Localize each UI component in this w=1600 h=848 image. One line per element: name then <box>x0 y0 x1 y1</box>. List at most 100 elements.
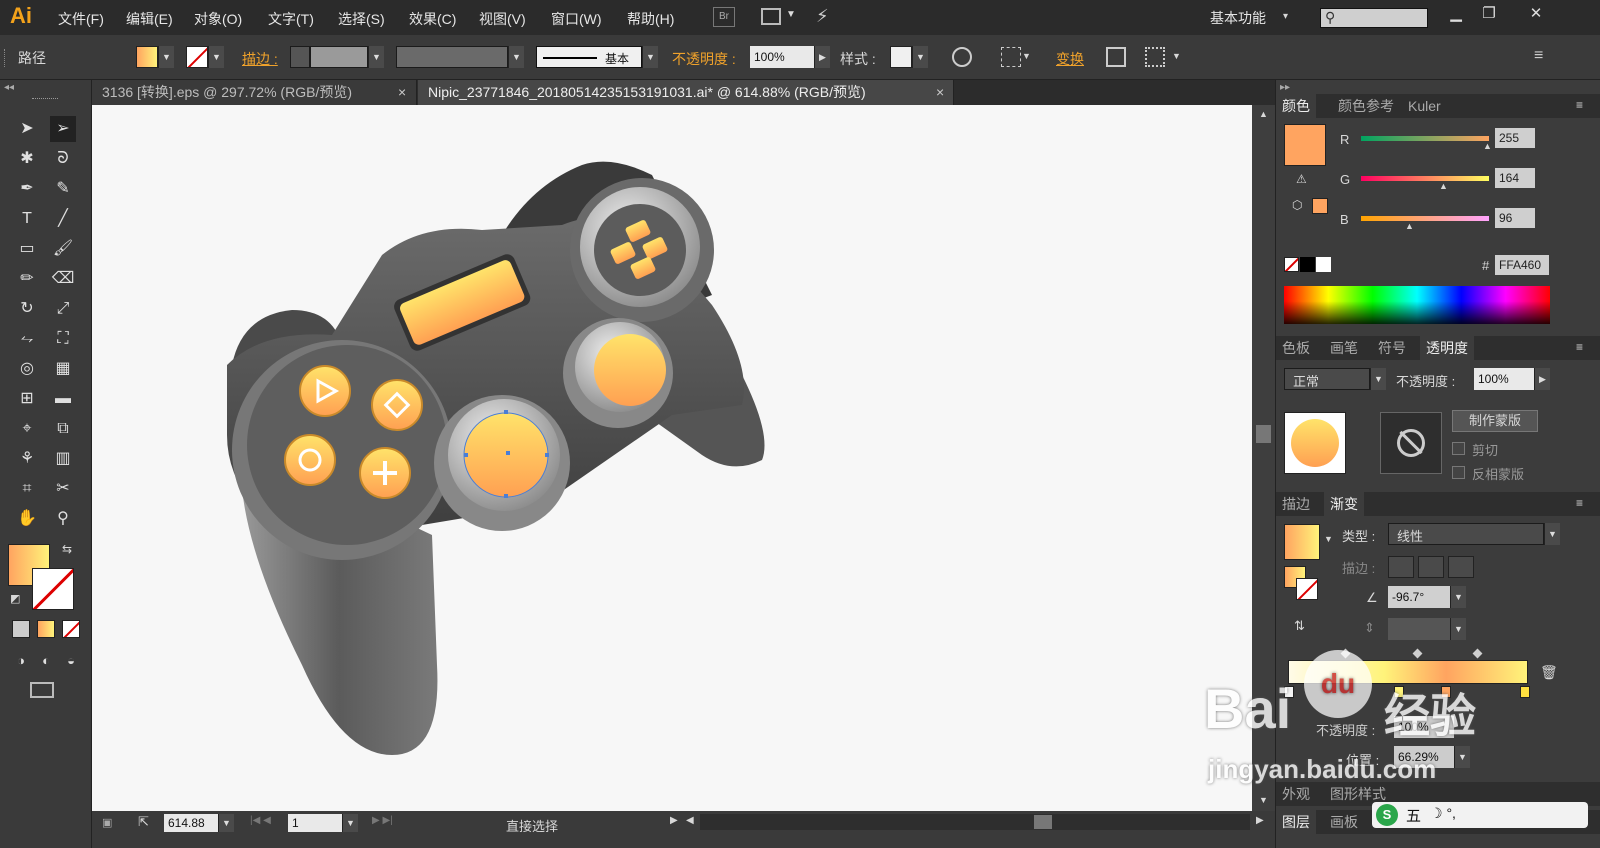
collapse-toolbox-icon[interactable]: ◂◂ <box>4 82 14 93</box>
rotate-tool-icon[interactable]: ↻ <box>14 296 40 322</box>
scroll-up-icon[interactable]: ▲ <box>1259 109 1268 119</box>
stroke-across-icon[interactable] <box>1448 556 1474 578</box>
scroll-left-icon[interactable]: ◀ <box>686 815 694 826</box>
opacity-label[interactable]: 不透明度 : <box>672 49 736 69</box>
transparency-opacity-input[interactable]: 100% <box>1474 368 1534 390</box>
bridge-button[interactable]: Br <box>713 7 735 27</box>
menu-effect[interactable]: 效果(C) <box>409 9 456 29</box>
brush-dropdown[interactable]: ▼ <box>642 46 658 68</box>
delete-stop-icon[interactable]: 🗑 <box>1540 664 1558 681</box>
lasso-tool-icon[interactable]: ᘐ <box>50 146 76 172</box>
align-icon[interactable] <box>1001 47 1021 67</box>
gradient-preview[interactable] <box>1284 524 1320 560</box>
gradient-type-dropdown[interactable]: ▼ <box>1544 523 1560 545</box>
fill-dropdown[interactable]: ▼ <box>158 46 174 68</box>
menu-help[interactable]: 帮助(H) <box>627 9 674 29</box>
reverse-gradient-icon[interactable]: ⇅ <box>1294 618 1305 634</box>
horizontal-scrollbar[interactable] <box>700 814 1250 830</box>
stroke-color-box[interactable] <box>32 568 74 610</box>
draw-normal-icon[interactable]: ◑ <box>8 648 34 674</box>
close-icon[interactable]: ✕ <box>1525 4 1547 24</box>
tab-color-guide[interactable]: 颜色参考 <box>1332 94 1400 118</box>
r-slider-thumb[interactable]: ▲ <box>1483 141 1492 151</box>
stroke-swatch[interactable] <box>186 46 208 68</box>
mask-thumbnail[interactable] <box>1380 412 1442 474</box>
free-transform-tool-icon[interactable]: ⛶ <box>50 326 76 352</box>
width-tool-icon[interactable]: ⥊ <box>14 326 40 352</box>
scroll-down-icon[interactable]: ▼ <box>1259 795 1268 805</box>
menu-type[interactable]: 文字(T) <box>268 9 314 29</box>
stroke-weight-field[interactable] <box>310 46 368 68</box>
selection-tool-icon[interactable]: ➤ <box>14 116 40 142</box>
pen-tool-icon[interactable]: ✒ <box>14 176 40 202</box>
black-swatch[interactable] <box>1300 257 1315 272</box>
rectangle-tool-icon[interactable]: ▭ <box>14 236 40 262</box>
menu-edit[interactable]: 编辑(E) <box>126 9 173 29</box>
swap-colors-icon[interactable]: ⇆ <box>62 542 72 556</box>
status-menu-arrow[interactable]: ▶ <box>670 815 678 826</box>
menu-file[interactable]: 文件(F) <box>58 9 104 29</box>
gradient-tool-icon[interactable]: ▬ <box>50 386 76 412</box>
angle-dropdown[interactable]: ▼ <box>1450 586 1466 608</box>
paintbrush-tool-icon[interactable]: 🖌 <box>50 236 76 262</box>
blend-tool-icon[interactable]: ⧉ <box>50 416 76 442</box>
tab-doc-1[interactable]: 3136 [转换].eps @ 297.72% (RGB/预览) × <box>92 80 417 105</box>
sync-icon[interactable]: ⚡ <box>816 6 829 27</box>
recolor-icon[interactable] <box>952 47 972 67</box>
scroll-thumb[interactable] <box>1256 425 1271 443</box>
shape-builder-tool-icon[interactable]: ◎ <box>14 356 40 382</box>
aspect-ratio-input[interactable] <box>1388 618 1450 640</box>
stroke-link[interactable]: 描边 : <box>242 49 278 69</box>
search-input[interactable]: ⚲ <box>1320 8 1428 28</box>
scroll-right-icon[interactable]: ▶ <box>1256 815 1264 826</box>
last-artboard-icon[interactable]: ▶ ▶| <box>372 815 393 826</box>
scale-tool-icon[interactable]: ⤢ <box>50 296 76 322</box>
tab-gradient[interactable]: 渐变 <box>1324 492 1364 516</box>
stroke-dropdown[interactable]: ▼ <box>208 46 224 68</box>
tab-layers[interactable]: 图层 <box>1276 810 1316 834</box>
gradient-type-select[interactable]: 线性 <box>1388 523 1544 545</box>
color-panel-menu-icon[interactable]: ≡ <box>1576 98 1583 112</box>
zoom-dropdown[interactable]: ▼ <box>218 814 234 832</box>
screen-mode-icon[interactable] <box>30 682 54 698</box>
artboard-canvas[interactable] <box>92 105 1252 811</box>
zoom-tool-icon[interactable]: ⚲ <box>50 506 76 532</box>
panel-menu-icon[interactable]: ≡ <box>1534 47 1543 65</box>
none-swatch[interactable] <box>1284 257 1299 272</box>
tab-swatches[interactable]: 色板 <box>1276 336 1316 360</box>
menu-window[interactable]: 窗口(W) <box>551 9 602 29</box>
midpoint-diamond[interactable] <box>1472 648 1483 659</box>
r-value[interactable]: 255 <box>1495 128 1535 148</box>
tab-transparency[interactable]: 透明度 <box>1420 336 1474 360</box>
workspace-switcher[interactable]: 基本功能 <box>1210 8 1266 28</box>
g-slider[interactable] <box>1361 176 1489 181</box>
stroke-weight-dropdown[interactable]: ▼ <box>368 46 384 68</box>
angle-input[interactable]: -96.7° <box>1388 586 1450 608</box>
slice-tool-icon[interactable]: ✂ <box>50 476 76 502</box>
object-thumbnail[interactable] <box>1284 412 1346 474</box>
tab-doc-2[interactable]: Nipic_23771846_20180514235153191031.ai* … <box>418 80 954 105</box>
artboard-number-field[interactable]: 1 <box>288 814 342 832</box>
symbol-sprayer-tool-icon[interactable]: ⚘ <box>14 446 40 472</box>
type-tool-icon[interactable]: T <box>14 206 40 232</box>
color-mode-icon[interactable] <box>12 620 30 638</box>
arrange-documents-icon[interactable] <box>761 8 781 25</box>
first-artboard-icon[interactable]: |◀ ◀ <box>250 815 271 826</box>
close-tab-icon[interactable]: × <box>398 80 406 105</box>
graphic-style-swatch[interactable] <box>890 46 912 68</box>
perspective-grid-tool-icon[interactable]: ▦ <box>50 356 76 382</box>
ime-toolbar[interactable]: S 五 ☽ °, <box>1372 802 1588 828</box>
eraser-tool-icon[interactable]: ⌫ <box>50 266 76 292</box>
out-of-gamut-icon[interactable]: ⚠ <box>1296 172 1307 186</box>
web-safe-icon[interactable]: ⬡ <box>1292 198 1302 212</box>
midpoint-diamond[interactable] <box>1412 648 1423 659</box>
mesh-tool-icon[interactable]: ⊞ <box>14 386 40 412</box>
maximize-icon[interactable]: ❐ <box>1478 4 1500 24</box>
tab-artboards[interactable]: 画板 <box>1324 810 1364 834</box>
stroke-gradient-icon[interactable] <box>1296 578 1318 600</box>
pencil-tool-icon[interactable]: ✏ <box>14 266 40 292</box>
none-mode-icon[interactable] <box>62 620 80 638</box>
blend-mode-dropdown[interactable]: ▼ <box>1370 368 1386 390</box>
profile-dropdown[interactable]: ▼ <box>508 46 524 68</box>
menu-select[interactable]: 选择(S) <box>338 9 385 29</box>
